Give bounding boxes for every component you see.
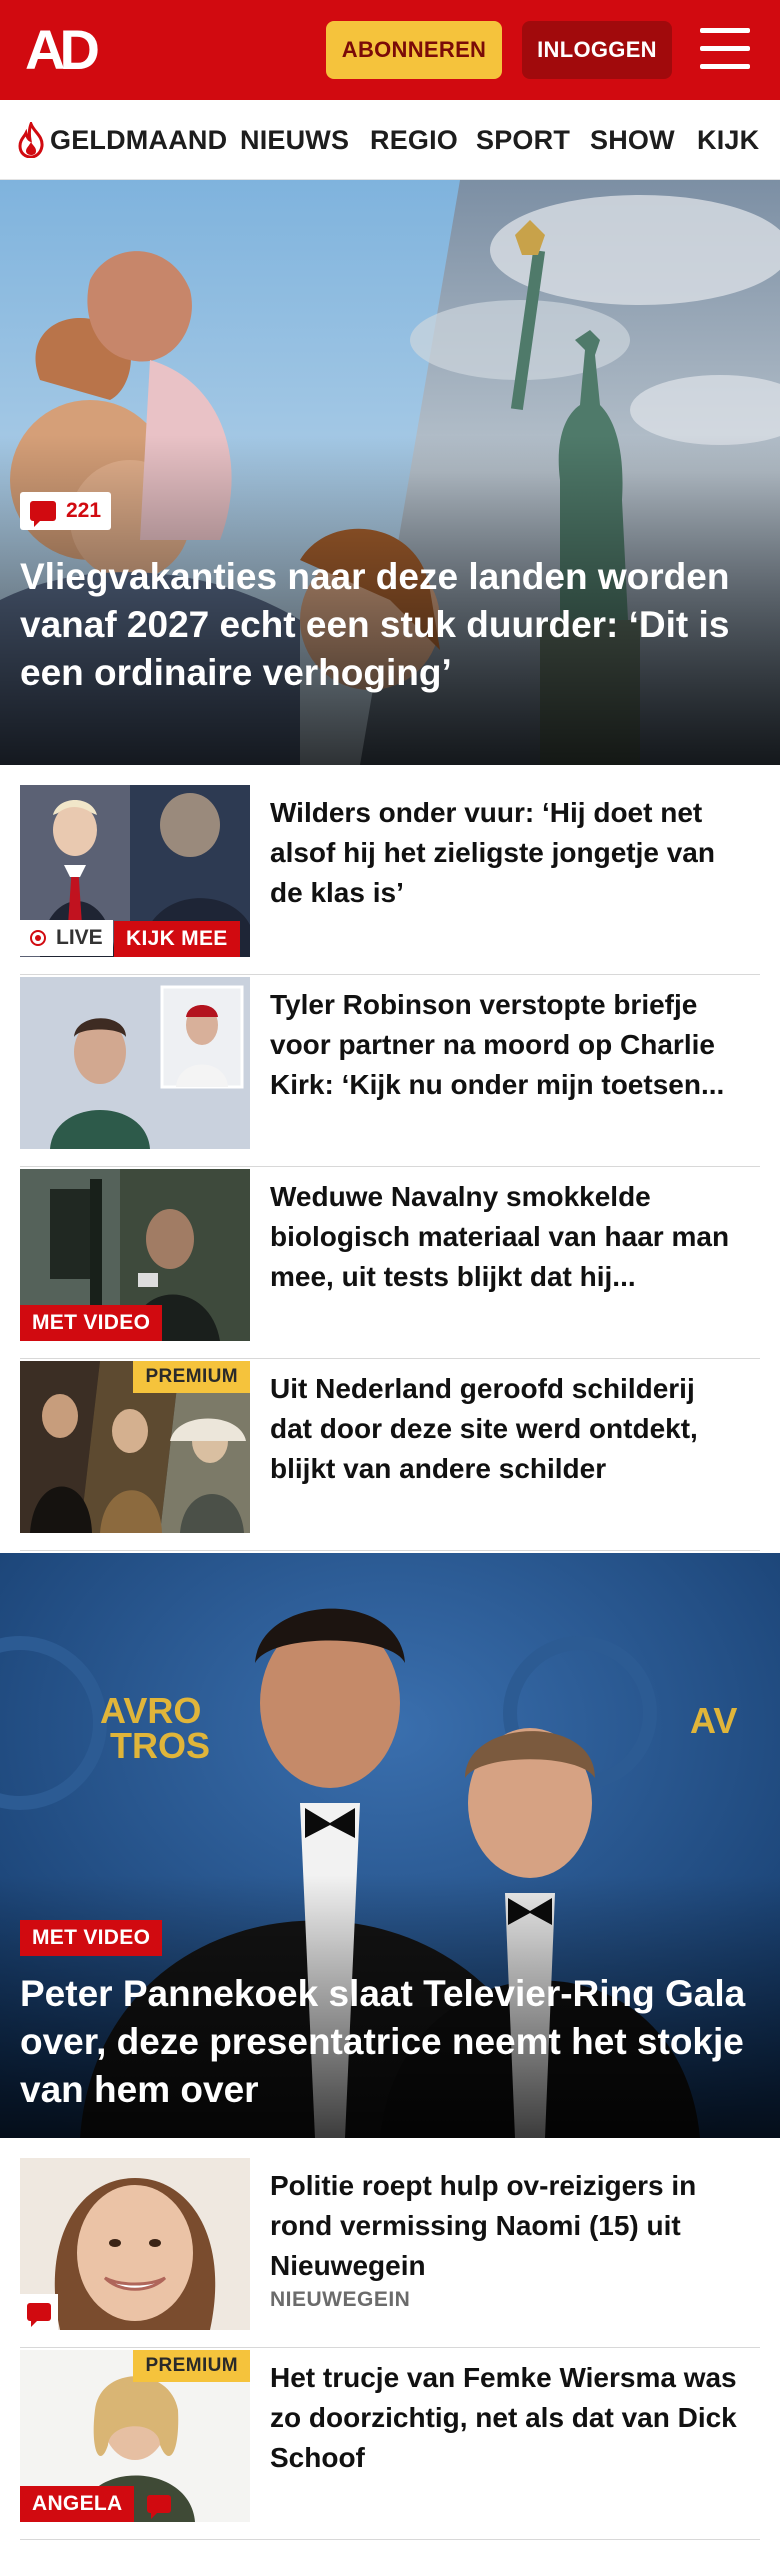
watch-badge[interactable]: KIJK MEE <box>114 921 240 957</box>
comment-count: 221 <box>66 499 102 522</box>
flame-icon <box>18 122 44 158</box>
article-region[interactable]: NIEUWEGEIN <box>270 2288 410 2312</box>
list-item[interactable]: MET VIDEO Weduwe Navalny smokkelde biolo… <box>20 1169 760 1359</box>
comment-badge[interactable] <box>140 2486 178 2522</box>
main-nav: GELDMAAND NIEUWS REGIO SPORT SHOW KIJK <box>0 100 780 180</box>
hamburger-menu-icon[interactable] <box>700 26 750 72</box>
hero-article[interactable]: 221 Vliegvakanties naar deze landen word… <box>0 180 780 765</box>
comment-count-badge[interactable]: 221 <box>20 492 112 530</box>
live-label: LIVE <box>56 926 103 949</box>
list-item[interactable]: PREMIUM Uit Nederland geroofd schilderij… <box>20 1361 760 1551</box>
nav-item-show[interactable]: SHOW <box>590 125 675 156</box>
list-item[interactable]: Tyler Robinson verstopte briefje voor pa… <box>20 977 760 1167</box>
nav-item-sport[interactable]: SPORT <box>476 125 570 156</box>
comment-icon <box>27 2303 51 2327</box>
nav-item-regio[interactable]: REGIO <box>370 125 458 156</box>
comment-icon <box>147 2495 171 2519</box>
nav-item-kijk[interactable]: KIJK <box>697 125 759 156</box>
article-title[interactable]: Tyler Robinson verstopte briefje voor pa… <box>270 985 740 1105</box>
nav-item-geldmaand[interactable]: GELDMAAND <box>50 125 227 156</box>
article-title[interactable]: Politie roept hulp ov-reizigers in rond … <box>270 2166 740 2286</box>
nav-item-nieuws[interactable]: NIEUWS <box>240 125 349 156</box>
list-item[interactable]: PREMIUM ANGELA Het trucje van Femke Wier… <box>20 2350 760 2540</box>
video-badge: MET VIDEO <box>20 1305 163 1341</box>
list-item[interactable]: Politie roept hulp ov-reizigers in rond … <box>20 2158 760 2348</box>
article-title[interactable]: Het trucje van Femke Wiersma was zo door… <box>270 2358 740 2478</box>
comment-badge[interactable] <box>20 2294 58 2330</box>
list-item[interactable]: LIVE KIJK MEE Wilders onder vuur: ‘Hij d… <box>20 785 760 975</box>
premium-badge: PREMIUM <box>133 2350 250 2382</box>
feature-article[interactable]: AVRO TROS AV MET VIDEO Peter Pannekoek s… <box>0 1553 780 2138</box>
feature-title[interactable]: Peter Pannekoek slaat Televier-Ring Gala… <box>20 1970 760 2114</box>
video-badge: MET VIDEO <box>20 1920 163 1956</box>
subscribe-button[interactable]: ABONNEREN <box>326 21 502 79</box>
live-badge: LIVE <box>20 920 113 956</box>
article-title[interactable]: Uit Nederland geroofd schilderij dat doo… <box>270 1369 740 1489</box>
article-thumbnail <box>20 977 250 1149</box>
login-button[interactable]: INLOGGEN <box>522 21 672 79</box>
premium-badge: PREMIUM <box>133 1361 250 1393</box>
hero-title[interactable]: Vliegvakanties naar deze landen worden v… <box>20 553 740 697</box>
ad-logo[interactable]: AD <box>25 22 115 78</box>
comment-icon <box>30 501 56 527</box>
article-title[interactable]: Wilders onder vuur: ‘Hij doet net alsof … <box>270 793 740 913</box>
top-header: AD ABONNEREN INLOGGEN <box>0 0 780 100</box>
live-dot-icon <box>30 930 46 946</box>
author-badge[interactable]: ANGELA <box>20 2486 135 2522</box>
article-title[interactable]: Weduwe Navalny smokkelde biologisch mate… <box>270 1177 740 1297</box>
